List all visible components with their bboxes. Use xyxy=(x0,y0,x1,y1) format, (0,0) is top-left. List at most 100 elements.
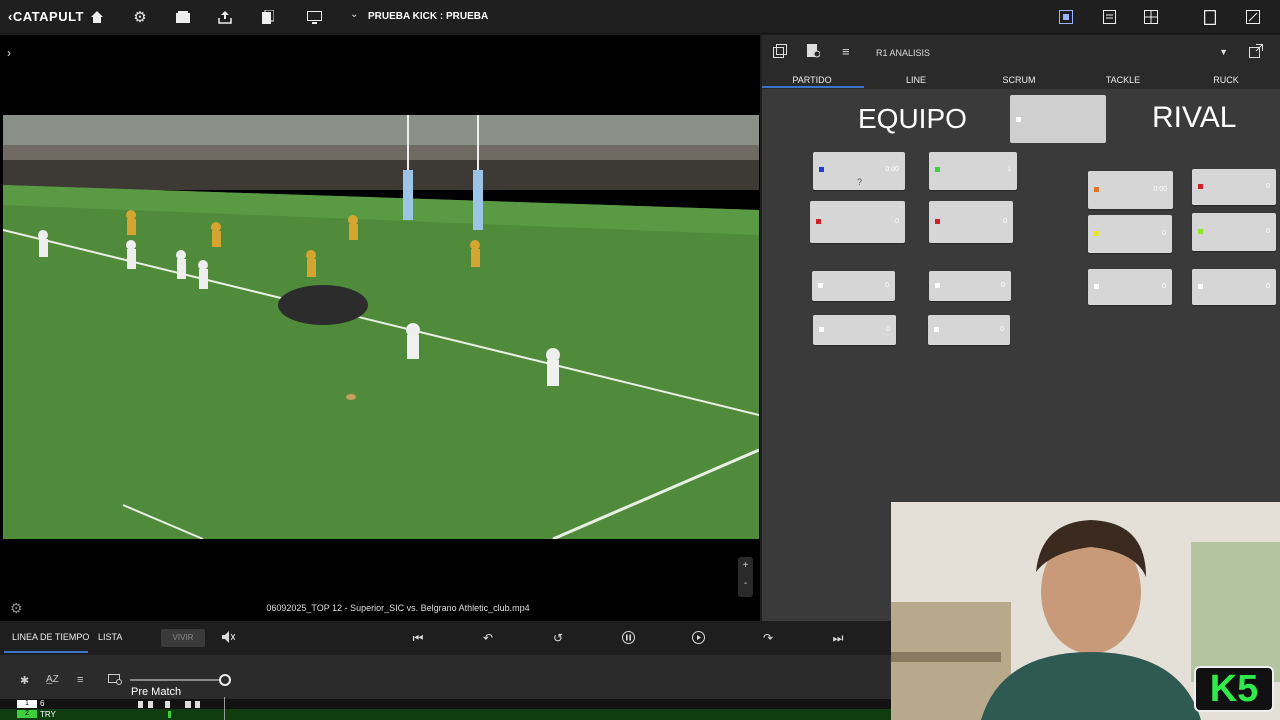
mute-icon[interactable] xyxy=(218,631,238,646)
color-square-icon xyxy=(935,219,940,224)
tab-ruck[interactable]: RUCK xyxy=(1176,75,1276,85)
filter-icon[interactable] xyxy=(108,674,122,688)
monitor-icon[interactable] xyxy=(303,6,325,28)
color-square-icon xyxy=(1094,284,1099,289)
document-icon[interactable] xyxy=(1098,6,1120,28)
rival-tag-button[interactable]: 0 xyxy=(1088,215,1172,253)
copy-icon[interactable] xyxy=(773,44,787,61)
tab-tackle[interactable]: TACKLE xyxy=(1073,75,1173,85)
row-number: 1 xyxy=(17,700,37,708)
color-square-icon xyxy=(1198,184,1203,189)
rival-tag-button[interactable]: 0 xyxy=(1088,269,1172,305)
grid-icon[interactable] xyxy=(1140,6,1162,28)
tag-value: 0:00 xyxy=(885,166,899,173)
playhead[interactable] xyxy=(224,697,225,720)
tag-value: 0 xyxy=(895,218,899,225)
timeline-panel: LINEA DE TIEMPO LISTA VIVIR ⏮ ↶ ↺ ↷ ⏭ ✱ … xyxy=(0,621,891,720)
tab-timeline[interactable]: LINEA DE TIEMPO xyxy=(12,632,89,642)
timeline-row[interactable]: 1 6 xyxy=(0,699,891,709)
tab-line[interactable]: LINE xyxy=(866,75,966,85)
timeline-event[interactable] xyxy=(168,711,171,718)
square-icon xyxy=(1016,117,1021,122)
home-icon[interactable] xyxy=(86,6,108,28)
brand-logo[interactable]: ‹CATAPULT xyxy=(8,9,84,24)
rival-heading: RIVAL xyxy=(1152,101,1237,134)
zoom-control[interactable]: + - xyxy=(738,557,753,597)
video-filename: 06092025_TOP 12 - Superior_SIC vs. Belgr… xyxy=(266,603,530,613)
top-toolbar: ‹CATAPULT ⚙ ⌄ PRUEBA KICK : PRUEBA xyxy=(0,0,1280,34)
sort-icon[interactable]: ≡ xyxy=(77,674,83,686)
equipo-tag-button[interactable]: 0:00 ? xyxy=(813,152,905,190)
replay-icon[interactable]: ↺ xyxy=(548,631,568,645)
chevron-right-icon[interactable]: › xyxy=(7,46,11,60)
equipo-tag-button[interactable]: 1 xyxy=(929,152,1017,190)
tab-list[interactable]: LISTA xyxy=(98,632,122,642)
equipo-tag-button[interactable]: 0 xyxy=(929,201,1013,243)
zoom-out-button[interactable]: - xyxy=(738,575,753,593)
layout-icon[interactable] xyxy=(1055,6,1077,28)
mid-tag-button[interactable] xyxy=(1010,95,1106,143)
active-tab-indicator xyxy=(762,86,864,88)
panel-dropdown[interactable]: R1 ANALISIS ▼ xyxy=(870,42,1234,64)
project-title[interactable]: PRUEBA KICK : PRUEBA xyxy=(368,11,488,22)
tablet-icon[interactable] xyxy=(1199,6,1221,28)
live-button[interactable]: VIVIR xyxy=(161,629,205,647)
popout-icon[interactable] xyxy=(1249,44,1263,61)
brand-text: CATAPULT xyxy=(12,9,84,24)
color-square-icon xyxy=(818,283,823,288)
timeline-row[interactable]: 2 TRY xyxy=(0,709,891,720)
timeline-event[interactable] xyxy=(148,701,153,708)
tag-value: 0 xyxy=(1162,283,1166,290)
timeline-event[interactable] xyxy=(185,701,191,708)
tab-scrum[interactable]: SCRUM xyxy=(969,75,1069,85)
timeline-event[interactable] xyxy=(138,701,143,708)
pause-icon[interactable] xyxy=(618,631,638,647)
tag-value: 0 xyxy=(886,326,890,333)
equipo-tag-button[interactable]: 0 xyxy=(812,271,895,301)
color-square-icon xyxy=(934,327,939,332)
timeline-event[interactable] xyxy=(195,701,200,708)
tag-value: 1 xyxy=(1007,166,1011,173)
upload-icon[interactable] xyxy=(214,6,236,28)
equipo-tag-button[interactable]: 0 xyxy=(810,201,905,243)
color-square-icon xyxy=(816,219,821,224)
chevron-down-icon[interactable]: ⌄ xyxy=(350,9,358,20)
expand-icon[interactable] xyxy=(1242,6,1264,28)
sort-az-icon[interactable]: A̲Z xyxy=(46,674,59,685)
equipo-tag-button[interactable]: 0 xyxy=(813,315,896,345)
color-square-icon xyxy=(1198,284,1203,289)
rival-tag-button[interactable]: 0 xyxy=(1192,269,1276,305)
row-label: TRY xyxy=(40,710,56,719)
folder-icon[interactable] xyxy=(172,6,194,28)
zoom-slider-track[interactable] xyxy=(130,679,226,681)
forward-5-icon[interactable]: ↷ xyxy=(758,631,778,645)
rival-tag-button[interactable]: 0:00 xyxy=(1088,171,1173,209)
color-square-icon xyxy=(935,167,940,172)
equipo-tag-button[interactable]: 0 xyxy=(928,315,1010,345)
rewind-5-icon[interactable]: ↶ xyxy=(478,631,498,645)
row-label: 6 xyxy=(40,699,45,708)
zoom-slider-handle[interactable] xyxy=(219,674,231,686)
color-square-icon xyxy=(1198,229,1203,234)
bookmarks-icon[interactable] xyxy=(257,6,279,28)
skip-start-icon[interactable]: ⏮ xyxy=(408,631,428,646)
video-player[interactable] xyxy=(3,115,759,539)
webcam-overlay: K5 xyxy=(891,502,1280,720)
palette-icon[interactable]: ✱ xyxy=(20,674,29,687)
rival-tag-button[interactable]: 0 xyxy=(1192,169,1276,205)
tag-value: 0 xyxy=(1001,282,1005,289)
video-area: › + - ⚙ 06092025_TOP 12 - Superior_SIC v… xyxy=(0,35,760,621)
step-forward-icon[interactable] xyxy=(688,631,708,647)
skip-end-icon[interactable]: ⏭ xyxy=(828,631,848,646)
tag-value: 0 xyxy=(1003,218,1007,225)
equipo-tag-button[interactable]: 0 xyxy=(929,271,1011,301)
rival-tag-button[interactable]: 0 xyxy=(1192,213,1276,251)
tag-value: 0:00 xyxy=(1153,186,1167,193)
tab-partido[interactable]: PARTIDO xyxy=(762,75,862,85)
timeline-event[interactable] xyxy=(165,701,170,708)
caret-down-icon: ▼ xyxy=(1219,47,1228,57)
document-settings-icon[interactable] xyxy=(807,44,821,61)
zoom-in-button[interactable]: + xyxy=(738,557,753,575)
menu-icon[interactable]: ≡ xyxy=(842,44,850,59)
gear-icon[interactable]: ⚙ xyxy=(129,6,151,28)
